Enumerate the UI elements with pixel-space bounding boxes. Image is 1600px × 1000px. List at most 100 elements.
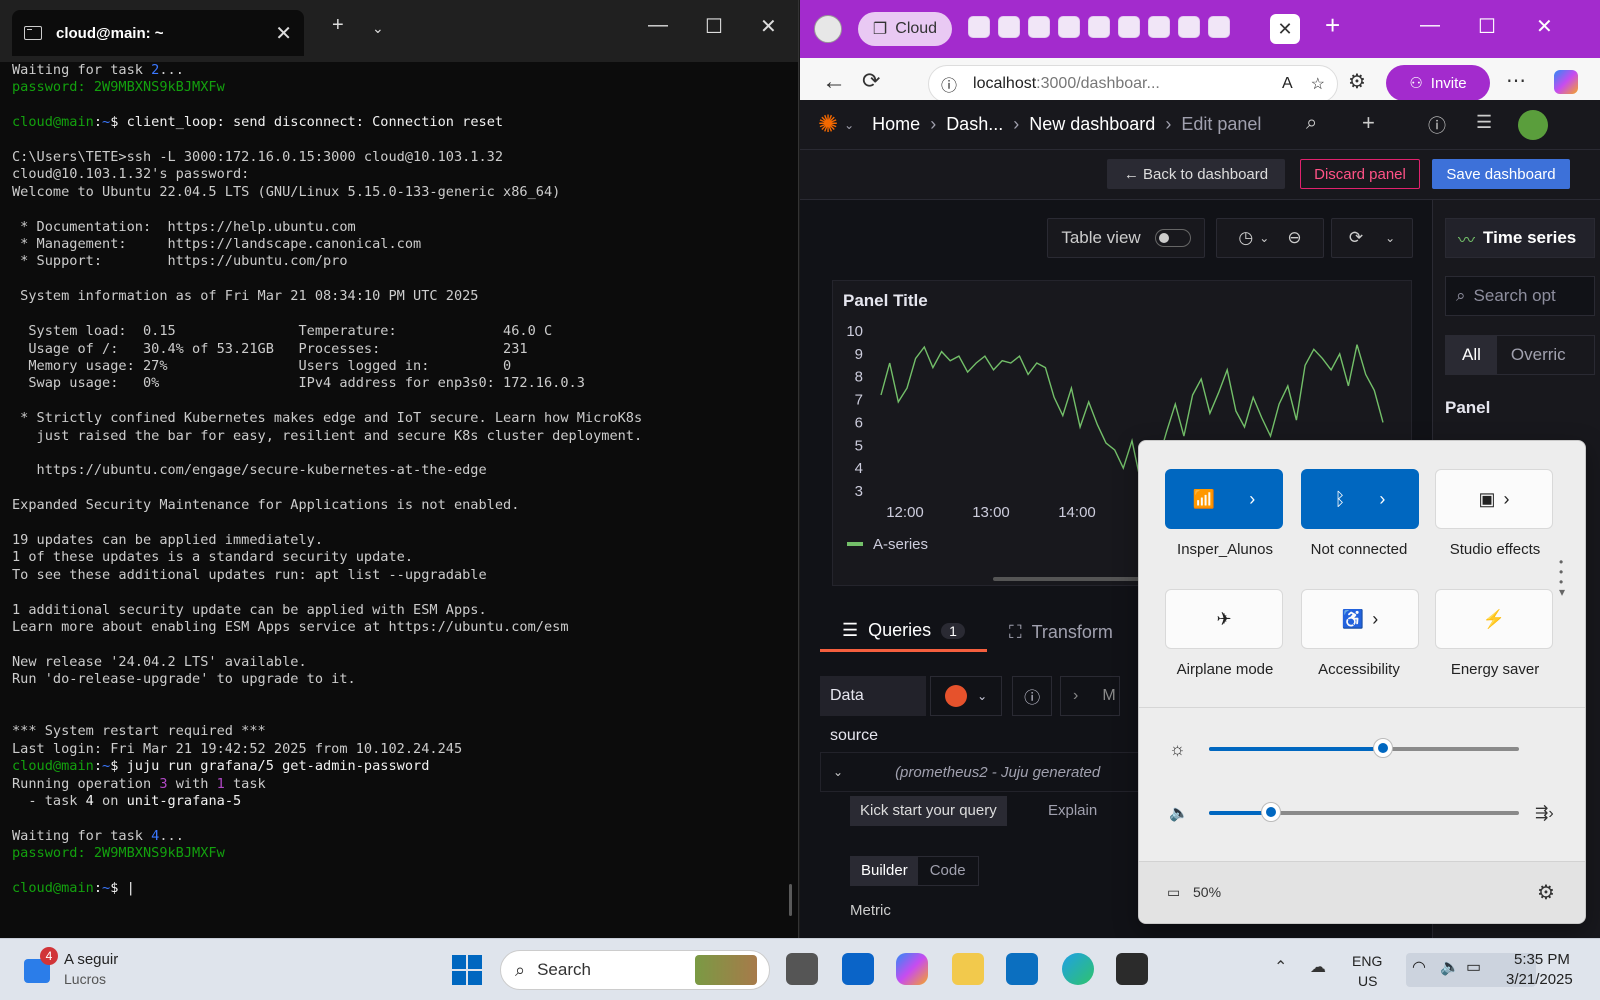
chart-scrollbar[interactable] <box>993 577 1143 581</box>
close-window-icon[interactable]: ✕ <box>760 14 777 39</box>
invite-button[interactable]: ⚇ Invite <box>1386 65 1490 101</box>
builder-tab[interactable]: Builder <box>851 857 918 885</box>
terminal-tab[interactable]: cloud@main: ~ ✕ <box>12 10 304 56</box>
chevron-right-icon[interactable]: › <box>1379 489 1385 510</box>
volume-slider[interactable] <box>1209 801 1519 825</box>
toggle-switch[interactable] <box>1154 229 1191 247</box>
clock-time[interactable]: 5:35 PM <box>1514 951 1570 968</box>
site-info-icon[interactable]: ⓘ <box>941 72 957 96</box>
tab-queries[interactable]: ☰ Queries 1 <box>820 612 987 652</box>
taskbar-search[interactable]: ⌕ Search <box>500 950 770 990</box>
panel-title[interactable]: Panel Title <box>843 291 928 311</box>
read-aloud-icon[interactable]: A <box>1282 75 1293 93</box>
energy-saver-toggle[interactable]: ⚡ <box>1435 589 1553 649</box>
page-dots-icon[interactable]: • • • ▾ <box>1559 556 1565 598</box>
close-tab-icon[interactable]: ✕ <box>275 21 292 46</box>
search-options-input[interactable]: ⌕ Search opt <box>1445 276 1595 316</box>
settings-gear-icon[interactable]: ⚙ <box>1537 880 1555 905</box>
brightness-slider[interactable] <box>1209 737 1519 761</box>
battery-percentage[interactable]: 50% <box>1193 884 1221 900</box>
user-avatar[interactable] <box>1518 110 1548 140</box>
terminal-scrollbar[interactable] <box>789 884 792 916</box>
table-view-toggle[interactable]: Table view <box>1047 218 1205 258</box>
outlook-icon[interactable] <box>842 953 874 985</box>
tab-icon[interactable] <box>1028 16 1050 38</box>
copilot-icon[interactable] <box>896 953 928 985</box>
chevron-up-icon[interactable]: ⌃ <box>1274 957 1287 977</box>
help-icon[interactable]: ⓘ <box>1012 676 1053 716</box>
query-row-header[interactable]: ⌄ (prometheus2 - Juju generated <box>820 752 1140 792</box>
maximize-icon[interactable]: ☐ <box>1478 14 1496 39</box>
tab-icon[interactable] <box>1208 16 1230 38</box>
explain-toggle-label[interactable]: Explain <box>1048 802 1097 819</box>
windows-start-icon[interactable] <box>452 955 482 985</box>
help-icon[interactable]: ⓘ <box>1428 112 1446 138</box>
chevron-down-icon[interactable]: ⌄ <box>844 118 854 132</box>
close-window-icon[interactable]: ✕ <box>1536 14 1553 39</box>
visualization-picker[interactable]: 〰 Time series <box>1445 218 1595 258</box>
widgets-button[interactable]: 4 A seguir Lucros <box>24 947 134 991</box>
accessibility-toggle[interactable]: ♿ › <box>1301 589 1419 649</box>
wifi-toggle[interactable]: 📶 › <box>1165 469 1283 529</box>
audio-output-icon[interactable]: ⇶› <box>1535 803 1554 823</box>
chevron-down-icon[interactable]: ⌄ <box>1385 231 1395 245</box>
favorite-star-icon[interactable]: ☆ <box>1311 74 1325 94</box>
more-menu-icon[interactable]: ⋯ <box>1506 68 1526 93</box>
kick-start-button[interactable]: Kick start your query <box>850 796 1007 826</box>
profile-avatar[interactable] <box>814 15 842 43</box>
back-to-dashboard-button[interactable]: ← Back to dashboard <box>1107 159 1285 189</box>
refresh-icon[interactable]: ⟳ <box>1349 228 1363 248</box>
studio-effects-toggle[interactable]: ▣ › <box>1435 469 1553 529</box>
back-arrow-icon[interactable]: ← <box>822 68 846 96</box>
grafana-logo-icon[interactable]: ✺ <box>818 110 838 139</box>
legend-label[interactable]: A-series <box>873 536 928 553</box>
onedrive-icon[interactable]: ☁ <box>1310 957 1326 977</box>
breadcrumb-dashboard[interactable]: New dashboard <box>1029 114 1155 135</box>
collapse-icon[interactable]: ⌄ <box>833 765 843 779</box>
minimize-icon[interactable]: — <box>648 14 668 37</box>
brightness-thumb[interactable] <box>1372 738 1393 758</box>
new-tab-icon[interactable]: + <box>1325 10 1340 41</box>
tab-icon[interactable] <box>1088 16 1110 38</box>
terminal-output[interactable]: Waiting for task 2... password: 2W9MBXNS9… <box>0 62 798 898</box>
tab-icon[interactable] <box>1058 16 1080 38</box>
refresh-icon[interactable]: ⟳ <box>862 68 880 94</box>
chevron-right-icon[interactable]: › <box>1249 489 1255 510</box>
volume-icon[interactable]: 🔈 <box>1169 803 1189 823</box>
language-code[interactable]: ENG <box>1352 953 1382 969</box>
data-source-picker[interactable]: ⌄ <box>930 676 1003 716</box>
address-bar[interactable]: ⓘ localhost:3000/dashboar... A ☆ <box>928 65 1338 103</box>
discard-panel-button[interactable]: Discard panel <box>1300 159 1420 189</box>
airplane-mode-toggle[interactable]: ✈ <box>1165 589 1283 649</box>
edge-icon[interactable] <box>1062 953 1094 985</box>
volume-thumb[interactable] <box>1261 802 1281 822</box>
tab-overrides[interactable]: Overric <box>1497 345 1566 365</box>
tab-icon[interactable] <box>1178 16 1200 38</box>
tab-icon[interactable] <box>1118 16 1140 38</box>
new-tab-icon[interactable]: + <box>332 14 344 37</box>
task-view-icon[interactable] <box>786 953 818 985</box>
add-icon[interactable]: + <box>1362 110 1375 136</box>
extensions-icon[interactable]: ⚙ <box>1348 69 1366 94</box>
terminal-icon[interactable] <box>1116 953 1148 985</box>
bluetooth-toggle[interactable]: ᛒ › <box>1301 469 1419 529</box>
tab-all[interactable]: All <box>1446 335 1497 375</box>
breadcrumb-home[interactable]: Home <box>872 114 920 135</box>
file-explorer-icon[interactable] <box>952 953 984 985</box>
clock-date[interactable]: 3/21/2025 <box>1506 971 1573 988</box>
dell-icon[interactable] <box>1006 953 1038 985</box>
chevron-down-icon[interactable]: ⌄ <box>372 20 384 37</box>
query-options-toggle[interactable]: › M <box>1060 676 1120 716</box>
close-active-tab-icon[interactable]: ✕ <box>1270 14 1300 44</box>
tab-icon[interactable] <box>968 16 990 38</box>
tab-icon[interactable] <box>998 16 1020 38</box>
minimize-icon[interactable]: — <box>1420 14 1440 37</box>
panel-options-section[interactable]: Panel <box>1445 398 1490 418</box>
search-icon[interactable]: ⌕ <box>1306 112 1317 135</box>
keyboard-layout[interactable]: US <box>1358 973 1377 989</box>
news-icon[interactable]: ☰ <box>1476 112 1492 133</box>
battery-icon[interactable]: ▭ <box>1167 884 1180 901</box>
code-tab[interactable]: Code <box>918 857 978 885</box>
maximize-icon[interactable]: ☐ <box>705 14 723 39</box>
profile-pill[interactable]: ❐ Cloud <box>858 12 952 46</box>
